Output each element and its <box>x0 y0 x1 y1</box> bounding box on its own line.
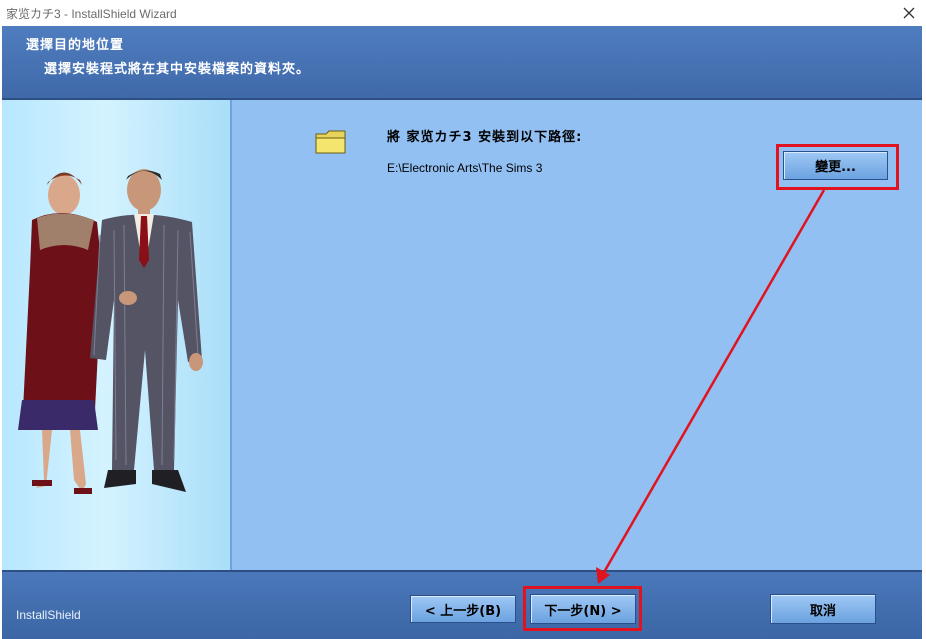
window-title: 家览カチ3 - InstallShield Wizard <box>6 7 177 21</box>
main-panel: 將 家览カチ3 安裝到以下路徑: E:\Electronic Arts\The … <box>2 100 922 570</box>
close-icon <box>903 7 915 19</box>
close-button[interactable] <box>892 0 926 26</box>
install-destination-label: 將 家览カチ3 安裝到以下路徑: <box>387 130 583 145</box>
back-button[interactable]: < 上一步(B) <box>410 595 516 623</box>
header-banner: 選擇目的地位置 選擇安裝程式將在其中安裝檔案的資料夾。 <box>2 26 922 100</box>
installshield-brand: InstallShield <box>16 608 81 622</box>
woman-figure <box>18 172 102 494</box>
change-button-highlight <box>776 144 899 190</box>
page-subtitle: 選擇安裝程式將在其中安裝檔案的資料夾。 <box>44 62 311 77</box>
folder-icon <box>315 130 346 154</box>
destination-area: 將 家览カチ3 安裝到以下路徑: E:\Electronic Arts\The … <box>232 100 922 570</box>
next-button-highlight <box>523 586 642 631</box>
install-path-text: E:\Electronic Arts\The Sims 3 <box>387 161 543 175</box>
man-figure <box>90 169 203 492</box>
page-title: 選擇目的地位置 <box>26 38 125 53</box>
installer-window: 家览カチ3 - InstallShield Wizard 選擇目的地位置 選擇安… <box>0 0 926 639</box>
sims-characters-image <box>2 100 232 570</box>
footer-bar: InstallShield < 上一步(B) 下一步(N) > 取消 <box>2 570 922 639</box>
cancel-button[interactable]: 取消 <box>770 594 876 624</box>
title-bar[interactable]: 家览カチ3 - InstallShield Wizard <box>0 0 926 26</box>
